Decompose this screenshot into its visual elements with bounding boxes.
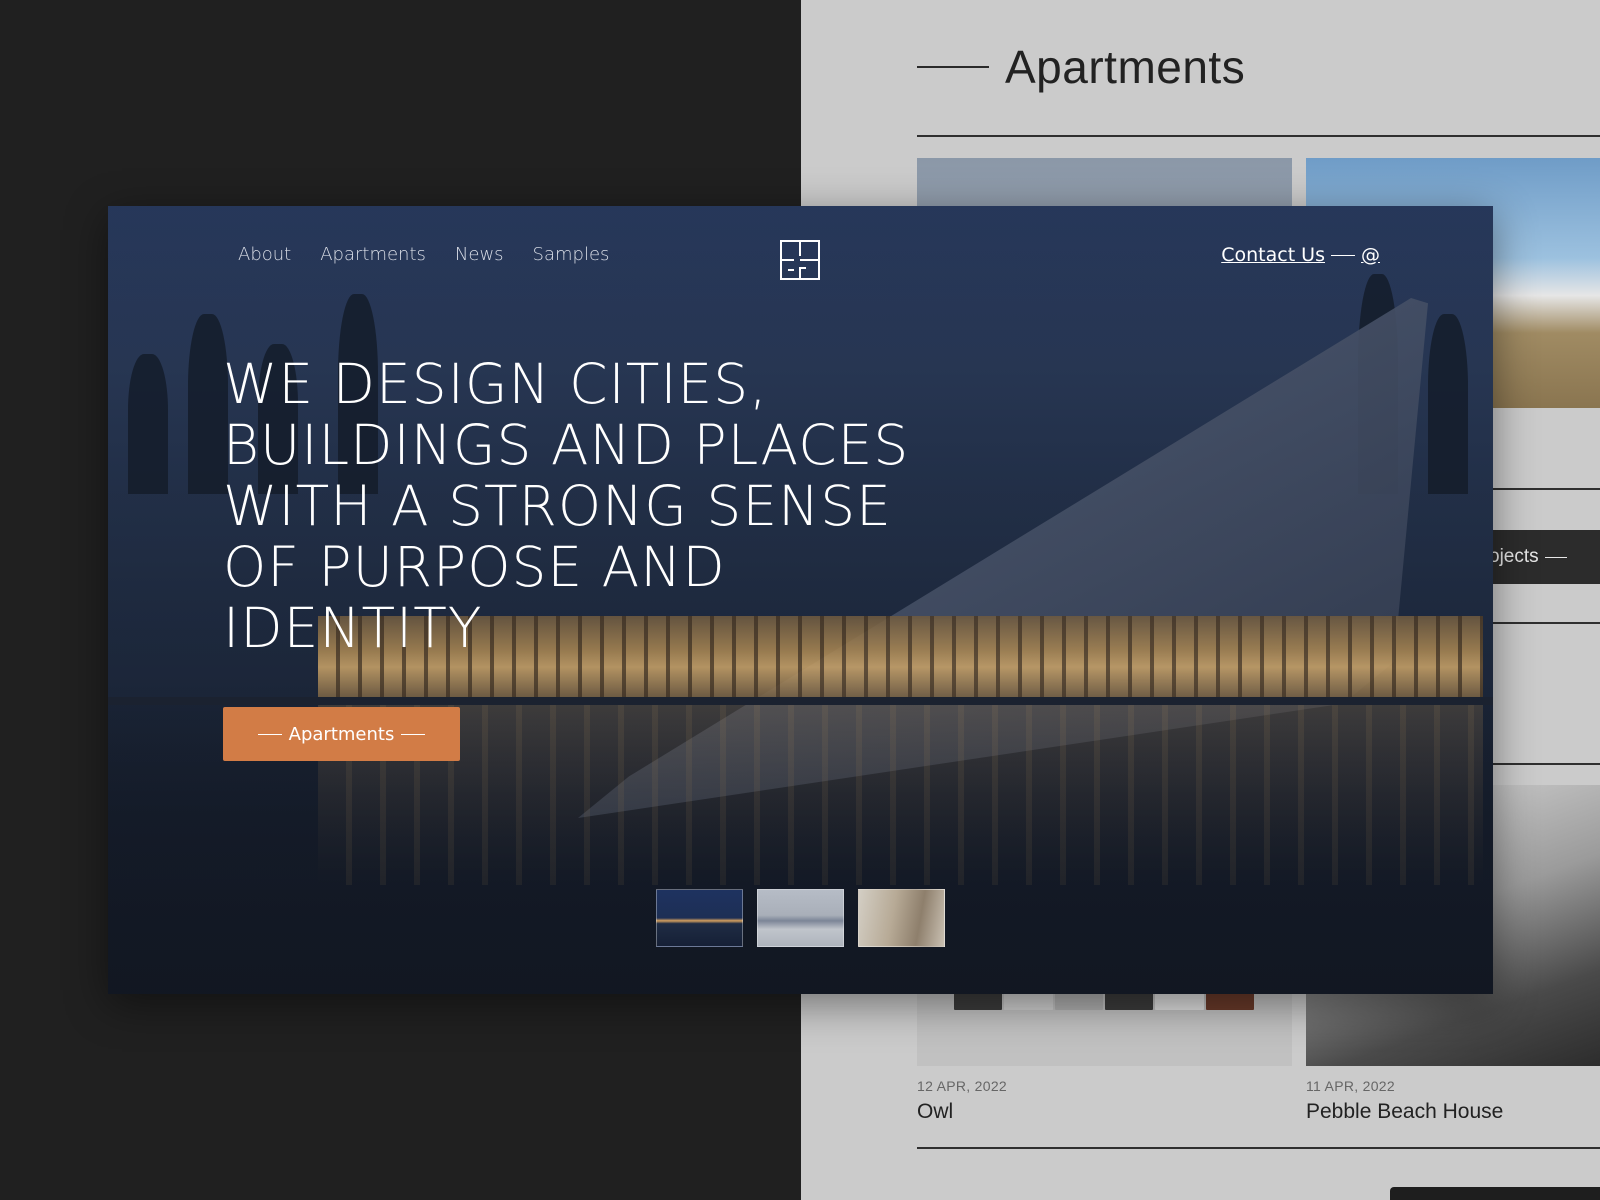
dash	[401, 733, 426, 735]
contact-label: Contact Us	[1221, 244, 1325, 266]
nav-link-samples[interactable]: Samples	[533, 244, 610, 265]
apartments-heading: Apartments	[917, 40, 1245, 94]
card-meta-pebble-beach: 11 APR, 2022 Pebble Beach House	[1306, 1078, 1503, 1124]
dash	[1544, 556, 1567, 558]
hero-section: About Apartments News Samples Contact Us…	[108, 206, 1493, 994]
floorplan-logo-icon[interactable]	[780, 240, 820, 280]
slide-thumbnails	[656, 889, 945, 947]
apartments-cta-button[interactable]: Apartments	[223, 707, 460, 761]
bottom-tab	[1390, 1187, 1600, 1200]
nav-link-news[interactable]: News	[455, 244, 504, 265]
projects-label: ojects	[1489, 546, 1539, 567]
dash	[1331, 254, 1355, 256]
contact-us-link[interactable]: Contact Us @	[1221, 244, 1380, 266]
slide-thumbnail[interactable]	[858, 889, 945, 947]
cta-label: Apartments	[288, 723, 395, 745]
main-nav: About Apartments News Samples	[238, 244, 609, 265]
divider	[917, 1147, 1600, 1149]
divider	[1493, 488, 1600, 490]
title-dash	[917, 66, 989, 68]
card-date: 11 APR, 2022	[1306, 1078, 1395, 1094]
hero-headline: WE DESIGN CITIES, BUILDINGS AND PLACES W…	[223, 352, 910, 660]
nav-link-about[interactable]: About	[238, 244, 291, 265]
divider	[917, 135, 1600, 137]
at-icon: @	[1361, 244, 1380, 266]
card-date: 12 APR, 2022	[917, 1078, 1007, 1094]
nav-link-apartments[interactable]: Apartments	[320, 244, 426, 265]
dash	[257, 733, 282, 735]
divider	[1493, 622, 1600, 624]
card-title[interactable]: Owl	[917, 1100, 1007, 1124]
divider	[1493, 763, 1600, 765]
slide-thumbnail[interactable]	[656, 889, 743, 947]
apartments-title: Apartments	[1005, 41, 1246, 93]
card-meta-owl: 12 APR, 2022 Owl	[917, 1078, 1007, 1124]
card-title[interactable]: Pebble Beach House	[1306, 1100, 1503, 1124]
slide-thumbnail[interactable]	[757, 889, 844, 947]
